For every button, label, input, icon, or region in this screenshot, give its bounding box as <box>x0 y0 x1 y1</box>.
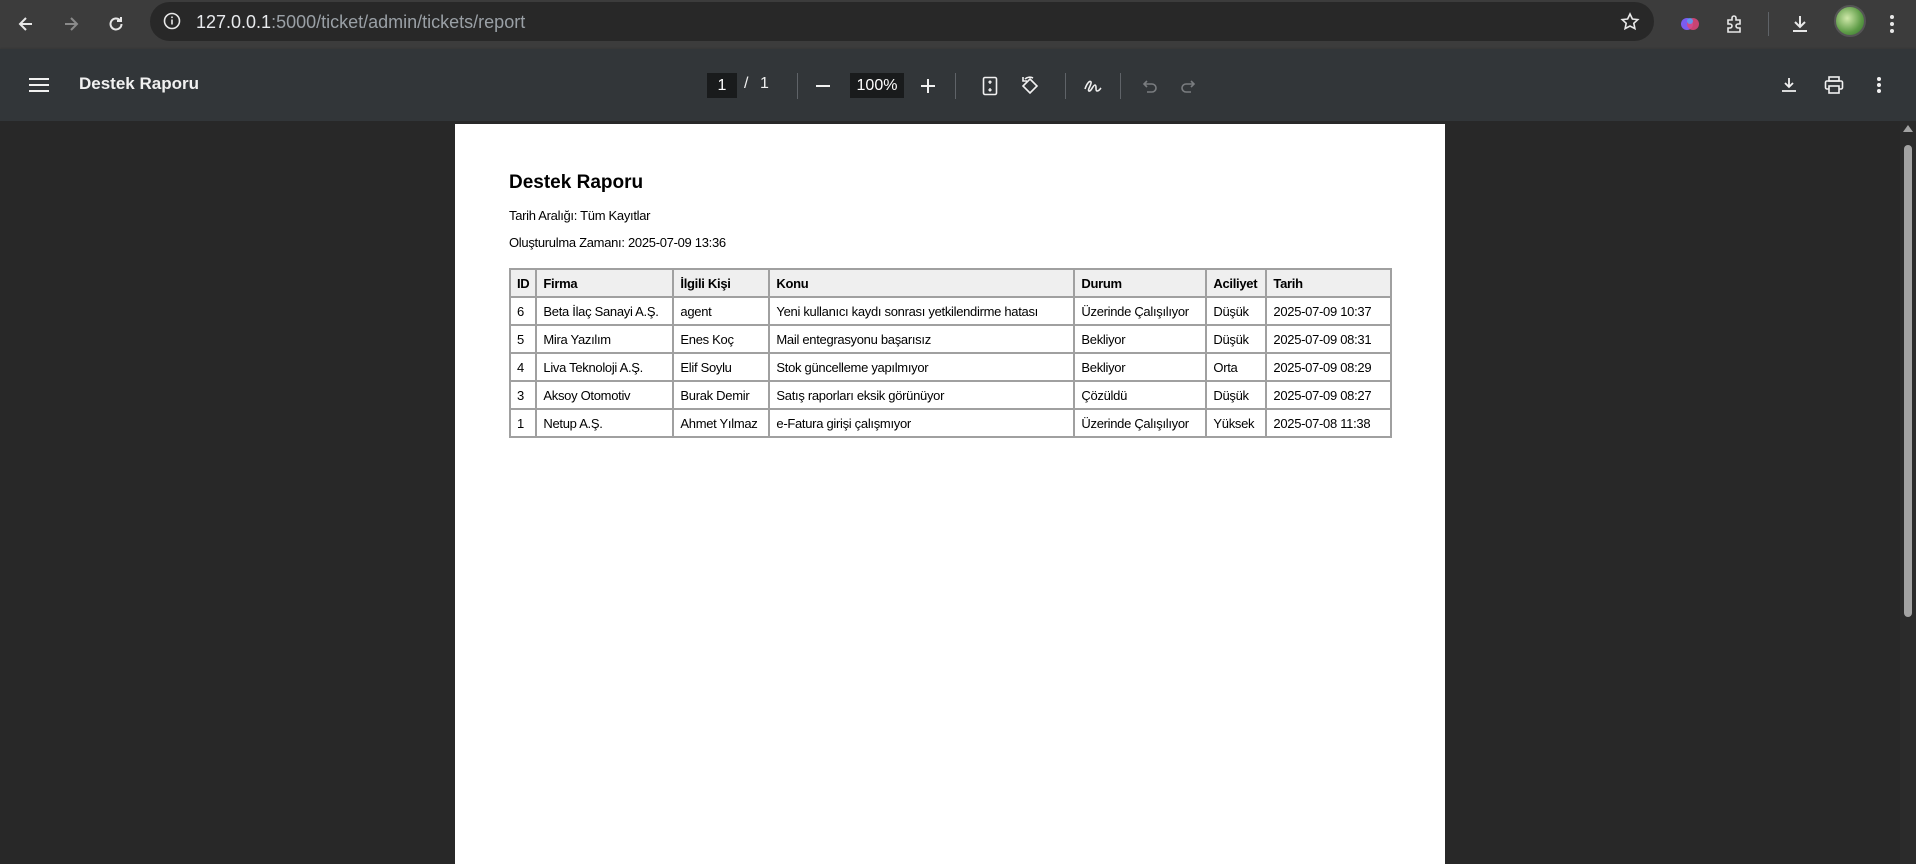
forward-arrow-icon[interactable] <box>55 8 87 40</box>
url-host: 127.0.0.1 <box>196 12 272 32</box>
vertical-scrollbar[interactable] <box>1900 121 1916 864</box>
report-table: ID Firma İlgili Kişi Konu Durum Aciliyet… <box>508 268 1393 438</box>
cell-subject: e-Fatura girişi çalışmıyor <box>768 408 1076 438</box>
zoom-input[interactable]: 100% <box>850 73 904 98</box>
pdf-viewer-area[interactable]: Destek Raporu Tarih Aralığı: Tüm Kayıtla… <box>0 121 1916 864</box>
cell-id: 5 <box>508 324 538 354</box>
cell-contact: Burak Demir <box>672 380 771 410</box>
page-separator: / <box>744 75 749 92</box>
redo-icon[interactable] <box>1173 70 1205 102</box>
generated-at-text: Oluşturulma Zamanı: 2025-07-09 13:36 <box>509 235 726 250</box>
annotate-icon[interactable] <box>1077 70 1109 102</box>
toolbar-separator <box>797 73 798 99</box>
cell-status: Üzerinde Çalışılıyor <box>1073 408 1208 438</box>
cell-subject: Yeni kullanıcı kaydı sonrası yetkilendir… <box>768 296 1076 326</box>
cell-urgency: Düşük <box>1205 324 1268 354</box>
toolbar-divider <box>1768 12 1769 36</box>
cell-company: Aksoy Otomotiv <box>535 380 675 410</box>
column-header: Firma <box>535 268 675 298</box>
page-total: 1 <box>760 75 769 92</box>
address-bar[interactable]: 127.0.0.1:5000/ticket/admin/tickets/repo… <box>150 2 1654 41</box>
cell-urgency: Yüksek <box>1205 408 1268 438</box>
cell-company: Beta İlaç Sanayi A.Ş. <box>535 296 675 326</box>
pdf-title: Destek Raporu <box>79 74 199 93</box>
pdf-toolbar: Destek Raporu 1 / 1 100% <box>0 49 1916 121</box>
back-arrow-icon[interactable] <box>10 8 42 40</box>
scrollbar-thumb[interactable] <box>1904 145 1912 617</box>
table-row: 5 Mira Yazılım Enes Koç Mail entegrasyon… <box>508 324 1393 354</box>
cell-id: 4 <box>508 352 538 382</box>
cell-status: Bekliyor <box>1073 352 1208 382</box>
table-row: 6 Beta İlaç Sanayi A.Ş. agent Yeni kulla… <box>508 296 1393 326</box>
table-row: 1 Netup A.Ş. Ahmet Yılmaz e-Fatura giriş… <box>508 408 1393 438</box>
cell-urgency: Düşük <box>1205 296 1268 326</box>
date-range-text: Tarih Aralığı: Tüm Kayıtlar <box>509 208 651 223</box>
toolbar-separator <box>1120 73 1121 99</box>
cell-contact: Enes Koç <box>672 324 771 354</box>
browser-toolbar: 127.0.0.1:5000/ticket/admin/tickets/repo… <box>0 0 1916 49</box>
cell-subject: Stok güncelleme yapılmıyor <box>768 352 1076 382</box>
print-icon[interactable] <box>1818 69 1850 101</box>
downloads-icon[interactable] <box>1784 8 1816 40</box>
column-header: Aciliyet <box>1205 268 1268 298</box>
table-header-row: ID Firma İlgili Kişi Konu Durum Aciliyet… <box>508 268 1393 298</box>
document-title: Destek Raporu <box>509 172 644 193</box>
column-header: İlgili Kişi <box>672 268 771 298</box>
cell-date: 2025-07-09 08:31 <box>1265 324 1393 354</box>
url-path: :5000/ticket/admin/tickets/report <box>271 12 526 32</box>
sidebar-menu-icon[interactable] <box>23 69 55 101</box>
chrome-menu-icon[interactable] <box>1876 8 1908 40</box>
cell-contact: Elif Soylu <box>672 352 771 382</box>
undo-icon[interactable] <box>1133 70 1165 102</box>
cell-urgency: Düşük <box>1205 380 1268 410</box>
zoom-out-icon[interactable] <box>807 70 839 102</box>
cell-date: 2025-07-09 08:27 <box>1265 380 1393 410</box>
bookmark-star-icon[interactable] <box>1618 10 1642 34</box>
cell-id: 1 <box>508 408 538 438</box>
cell-subject: Mail entegrasyonu başarısız <box>768 324 1076 354</box>
profile-avatar[interactable] <box>1834 5 1866 37</box>
cell-id: 3 <box>508 380 538 410</box>
toolbar-separator <box>955 73 956 99</box>
zoom-in-icon[interactable] <box>912 70 944 102</box>
column-header: Konu <box>768 268 1076 298</box>
fit-page-icon[interactable] <box>974 70 1006 102</box>
cell-subject: Satış raporları eksik görünüyor <box>768 380 1076 410</box>
table-row: 4 Liva Teknoloji A.Ş. Elif Soylu Stok gü… <box>508 352 1393 382</box>
cell-status: Bekliyor <box>1073 324 1208 354</box>
cell-urgency: Orta <box>1205 352 1268 382</box>
scroll-up-icon[interactable] <box>1903 125 1913 132</box>
pdf-page: Destek Raporu Tarih Aralığı: Tüm Kayıtla… <box>455 124 1445 864</box>
extensions-icon[interactable] <box>1719 8 1751 40</box>
rotate-icon[interactable] <box>1014 70 1046 102</box>
page-number-input[interactable]: 1 <box>707 73 737 98</box>
cell-id: 6 <box>508 296 538 326</box>
column-header: Durum <box>1073 268 1208 298</box>
table-row: 3 Aksoy Otomotiv Burak Demir Satış rapor… <box>508 380 1393 410</box>
cell-date: 2025-07-09 10:37 <box>1265 296 1393 326</box>
reload-icon[interactable] <box>100 8 132 40</box>
site-info-icon[interactable] <box>162 11 182 31</box>
cell-contact: agent <box>672 296 771 326</box>
column-header: ID <box>508 268 538 298</box>
cell-company: Netup A.Ş. <box>535 408 675 438</box>
gemini-icon[interactable] <box>1674 8 1706 40</box>
cell-date: 2025-07-08 11:38 <box>1265 408 1393 438</box>
pdf-download-icon[interactable] <box>1773 69 1805 101</box>
url-text: 127.0.0.1:5000/ticket/admin/tickets/repo… <box>196 12 525 33</box>
cell-contact: Ahmet Yılmaz <box>672 408 771 438</box>
cell-company: Mira Yazılım <box>535 324 675 354</box>
cell-date: 2025-07-09 08:29 <box>1265 352 1393 382</box>
toolbar-separator <box>1065 73 1066 99</box>
pdf-more-icon[interactable] <box>1863 69 1895 101</box>
cell-company: Liva Teknoloji A.Ş. <box>535 352 675 382</box>
cell-status: Çözüldü <box>1073 380 1208 410</box>
cell-status: Üzerinde Çalışılıyor <box>1073 296 1208 326</box>
column-header: Tarih <box>1265 268 1393 298</box>
